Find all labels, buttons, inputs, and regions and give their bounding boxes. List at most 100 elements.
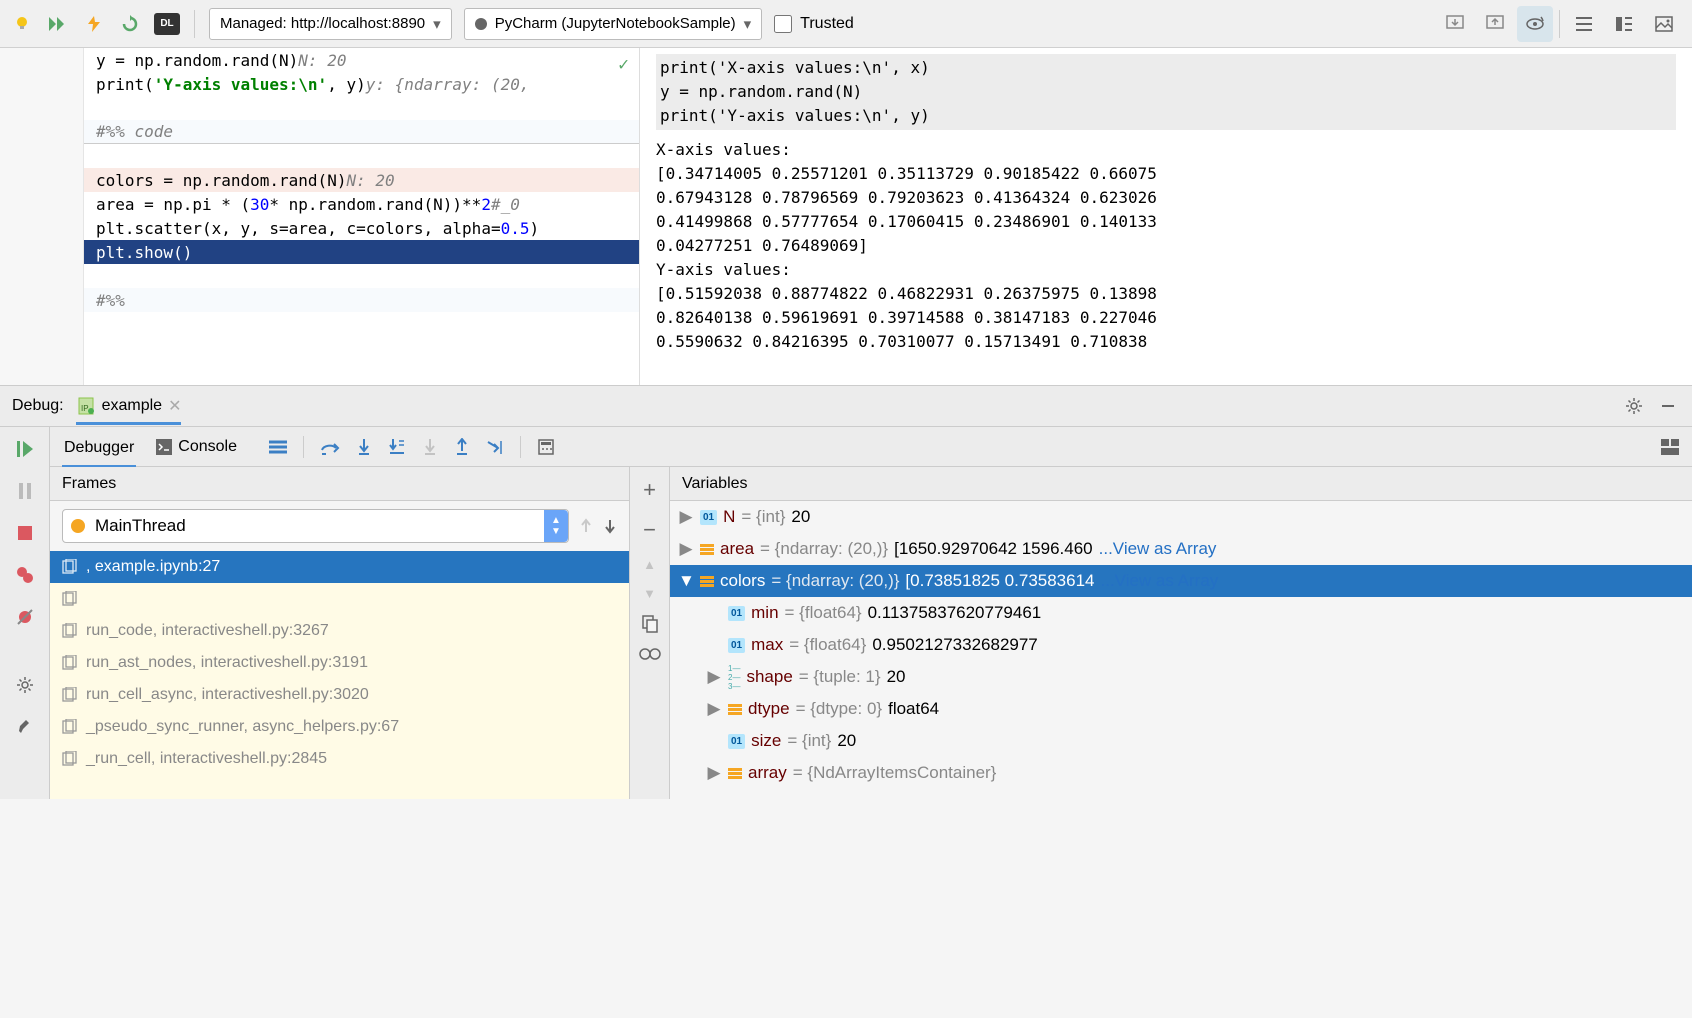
code-text — [84, 144, 639, 168]
variables-list[interactable]: ▶01 N = {int} 20▶ area = {ndarray: (20,)… — [670, 501, 1692, 799]
code-line[interactable]: 27plt.show() — [0, 240, 639, 264]
frame-item[interactable]: run_cell_async, interactiveshell.py:3020 — [50, 679, 629, 711]
debug-session-tab[interactable]: IP example ✕ — [76, 396, 182, 425]
up-icon[interactable]: ▲ — [643, 557, 656, 572]
frame-icon — [62, 591, 78, 607]
gear-icon[interactable] — [1622, 394, 1646, 418]
thread-selector[interactable]: MainThread ▲▼ — [62, 509, 569, 543]
code-line[interactable]: 23 — [0, 144, 639, 168]
down-icon[interactable]: ▼ — [643, 586, 656, 601]
code-editor[interactable]: ✓ 19y = np.random.rand(N) N: 2020print('… — [0, 48, 640, 385]
view-breakpoints-icon[interactable] — [11, 561, 39, 589]
view-split-icon[interactable] — [1606, 6, 1642, 42]
expand-arrow[interactable]: ▶ — [678, 539, 694, 559]
step-out-icon[interactable] — [454, 438, 470, 456]
code-text: colors = np.random.rand(N) N: 20 — [84, 168, 639, 192]
expand-arrow[interactable]: ▶ — [706, 763, 722, 783]
run-to-cursor-icon[interactable] — [486, 438, 504, 456]
variable-row[interactable]: 01 max = {float64} 0.9502127332682977 — [670, 629, 1692, 661]
debug-header-right — [1622, 394, 1680, 418]
close-icon[interactable]: ✕ — [168, 396, 181, 416]
expand-arrow[interactable]: ▶ — [706, 699, 722, 719]
prev-frame-icon[interactable] — [579, 518, 593, 534]
variable-row[interactable]: ▶ area = {ndarray: (20,)} [1650.92970642… — [670, 533, 1692, 565]
datalore-icon[interactable]: DL — [154, 13, 180, 35]
code-line[interactable]: 19y = np.random.rand(N) N: 20 — [0, 48, 639, 72]
variable-row[interactable]: ▶ dtype = {dtype: 0} float64 — [670, 693, 1692, 725]
kernel-dropdown[interactable]: PyCharm (JupyterNotebookSample) ▾ — [464, 8, 762, 40]
frame-item[interactable]: _pseudo_sync_runner, async_helpers.py:67 — [50, 711, 629, 743]
int-badge: 01 — [728, 606, 745, 621]
code-line[interactable]: 26plt.scatter(x, y, s=area, c=colors, al… — [0, 216, 639, 240]
expand-arrow[interactable]: ▶ — [706, 667, 722, 687]
preview-icon[interactable] — [1517, 6, 1553, 42]
debug-label: Debug: — [12, 397, 64, 415]
interrupt-icon[interactable] — [82, 12, 106, 36]
pause-icon[interactable] — [11, 477, 39, 505]
code-line[interactable]: 25area = np.pi * (30 * np.random.rand(N)… — [0, 192, 639, 216]
view-as-array-link[interactable]: ...View as Array — [1099, 539, 1217, 559]
var-type: = {tuple: 1} — [799, 667, 881, 687]
debug-tab-label: example — [102, 397, 162, 415]
restart-icon[interactable] — [118, 12, 142, 36]
server-dropdown[interactable]: Managed: http://localhost:8890 ▾ — [209, 8, 452, 40]
thread-stepper[interactable]: ▲▼ — [544, 510, 568, 542]
frame-item[interactable] — [50, 583, 629, 615]
code-line[interactable]: 28 — [0, 264, 639, 288]
step-over-icon[interactable] — [320, 438, 340, 456]
var-name: area — [720, 539, 754, 559]
caret-down-icon: ▾ — [744, 15, 752, 33]
remove-watch-icon[interactable]: − — [643, 517, 656, 543]
debug-main: Debugger Console Frames — [50, 427, 1692, 799]
variable-row[interactable]: ▼ colors = {ndarray: (20,)} [0.73851825 … — [670, 565, 1692, 597]
trusted-input[interactable] — [774, 15, 792, 33]
step-into-icon[interactable] — [356, 438, 372, 456]
stop-icon[interactable] — [11, 519, 39, 547]
tab-console[interactable]: Console — [154, 434, 239, 460]
image-icon[interactable] — [1646, 6, 1682, 42]
mute-breakpoints-icon[interactable] — [11, 603, 39, 631]
view-as-array-link[interactable]: ...View as Array — [1101, 571, 1219, 591]
tab-debugger[interactable]: Debugger — [62, 435, 136, 468]
add-watch-icon[interactable]: + — [643, 477, 656, 503]
minimize-icon[interactable] — [1656, 394, 1680, 418]
download-icon[interactable] — [1437, 6, 1473, 42]
copy-icon[interactable] — [642, 615, 658, 633]
force-step-into-icon[interactable] — [422, 438, 438, 456]
frame-item[interactable]: _run_cell, interactiveshell.py:2845 — [50, 743, 629, 775]
variable-row[interactable]: ▶ array = {NdArrayItemsContainer} — [670, 757, 1692, 789]
code-line[interactable]: 24colors = np.random.rand(N) N: 20 — [0, 168, 639, 192]
pin-icon[interactable] — [11, 713, 39, 741]
frame-item[interactable]: run_code, interactiveshell.py:3267 — [50, 615, 629, 647]
code-line[interactable]: 21 — [0, 96, 639, 120]
frame-label: run_ast_nodes, interactiveshell.py:3191 — [86, 654, 368, 672]
variable-row[interactable]: 01 size = {int} 20 — [670, 725, 1692, 757]
next-frame-icon[interactable] — [603, 518, 617, 534]
trusted-checkbox[interactable]: Trusted — [774, 15, 854, 33]
view-lines-icon[interactable] — [1566, 6, 1602, 42]
variable-row[interactable]: 01 min = {float64} 0.11375837620779461 — [670, 597, 1692, 629]
step-into-my-icon[interactable] — [388, 438, 406, 456]
frames-list[interactable]: , example.ipynb:27 run_code, interactives… — [50, 551, 629, 799]
expand-arrow[interactable]: ▶ — [678, 507, 694, 527]
frame-icon — [62, 687, 78, 703]
watches-icon[interactable] — [639, 647, 661, 661]
code-line[interactable]: 22▶#%% code — [0, 120, 639, 144]
run-all-icon[interactable] — [46, 12, 70, 36]
upload-icon[interactable] — [1477, 6, 1513, 42]
threads-icon[interactable] — [269, 440, 287, 454]
expand-arrow[interactable]: ▼ — [678, 571, 694, 591]
resume-icon[interactable] — [11, 435, 39, 463]
thread-status-icon — [71, 519, 85, 533]
evaluate-icon[interactable] — [537, 438, 555, 456]
code-line[interactable]: 29▶#%% — [0, 288, 639, 312]
notebook-icon: IP — [76, 396, 96, 416]
code-line[interactable]: 20print('Y-axis values:\n', y) y: {ndarr… — [0, 72, 639, 96]
lightbulb-icon[interactable] — [10, 12, 34, 36]
layout-icon[interactable] — [1660, 438, 1680, 456]
variable-row[interactable]: ▶01 N = {int} 20 — [670, 501, 1692, 533]
frame-item[interactable]: run_ast_nodes, interactiveshell.py:3191 — [50, 647, 629, 679]
variable-row[interactable]: ▶1—2—3— shape = {tuple: 1} 20 — [670, 661, 1692, 693]
settings-icon[interactable] — [11, 671, 39, 699]
frame-item[interactable]: , example.ipynb:27 — [50, 551, 629, 583]
